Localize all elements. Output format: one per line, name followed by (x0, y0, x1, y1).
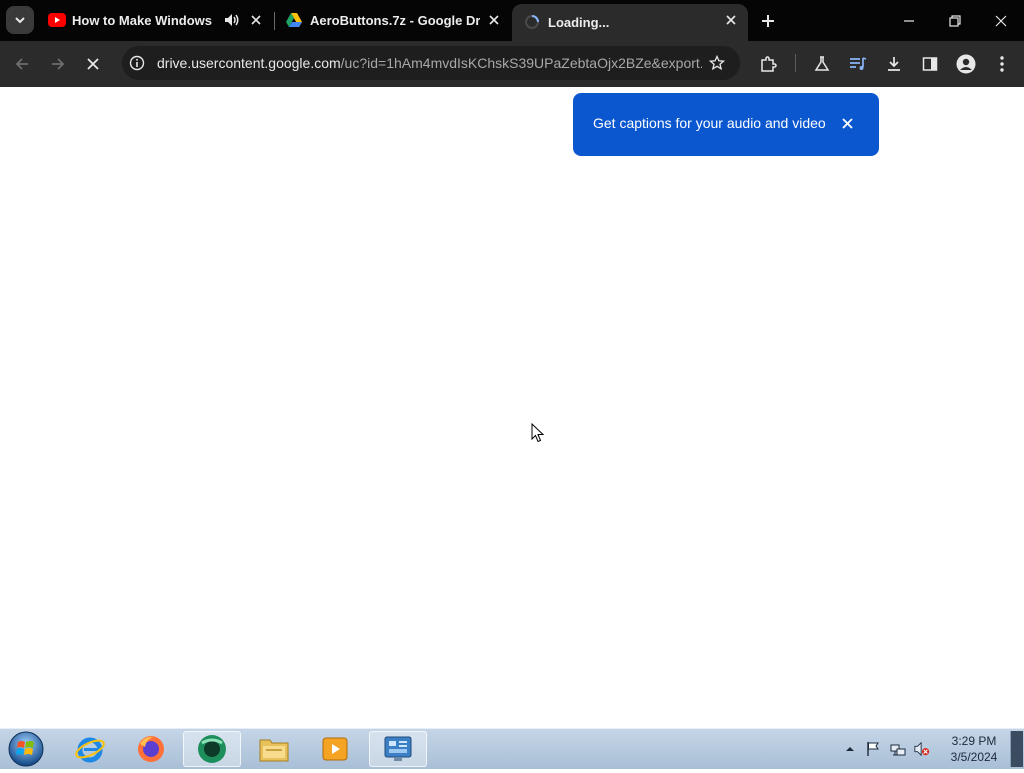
close-icon (841, 117, 853, 129)
close-icon (251, 15, 261, 25)
taskbar-clock[interactable]: 3:29 PM 3/5/2024 (944, 733, 1004, 765)
labs-button[interactable] (810, 52, 834, 76)
restore-button[interactable] (946, 12, 964, 30)
media-player-icon (322, 737, 348, 761)
side-panel-icon (922, 57, 938, 71)
flask-icon (814, 56, 830, 71)
loading-spinner-icon (525, 15, 539, 29)
firefox-icon (138, 736, 164, 762)
show-desktop-button[interactable] (1010, 731, 1023, 767)
taskbar-file-explorer[interactable] (245, 731, 303, 767)
chrome-app-icon (198, 735, 226, 763)
taskbar-chrome[interactable] (183, 731, 241, 767)
tab-loading[interactable]: Loading... (512, 4, 748, 41)
site-info-icon[interactable] (129, 55, 145, 71)
profile-button[interactable] (954, 52, 978, 76)
windows-taskbar: 3:29 PM 3/5/2024 (0, 728, 1024, 769)
tab-close-button[interactable] (248, 12, 264, 28)
live-caption-promo-bubble: Get captions for your audio and video (573, 93, 879, 156)
url-text: drive.usercontent.google.com/uc?id=1hAm4… (157, 46, 702, 80)
avatar-icon (956, 54, 976, 74)
tab-close-button[interactable] (723, 12, 739, 28)
control-panel-icon (384, 736, 412, 761)
network-icon (890, 744, 906, 756)
tab-separator (274, 12, 275, 30)
download-icon (888, 57, 900, 71)
media-controls-button[interactable] (846, 52, 870, 76)
mouse-cursor-icon (531, 423, 545, 443)
chevron-down-icon (15, 17, 25, 24)
url-host: drive.usercontent.google.com (157, 55, 341, 71)
more-vert-icon (1000, 56, 1004, 72)
stop-loading-button[interactable] (81, 52, 105, 76)
close-icon (995, 15, 1007, 27)
action-center-tray[interactable] (865, 741, 881, 757)
tab-title: Loading... (548, 15, 610, 30)
downloads-button[interactable] (882, 52, 906, 76)
puzzle-icon (761, 56, 777, 72)
menu-button[interactable] (990, 52, 1014, 76)
tab-title: AeroButtons.7z - Google Drive (310, 13, 480, 28)
network-tray[interactable] (890, 741, 906, 757)
google-drive-icon (286, 13, 302, 27)
taskbar-control-panel[interactable] (369, 731, 427, 767)
minimize-icon (904, 20, 914, 22)
close-window-button[interactable] (992, 12, 1010, 30)
star-icon[interactable] (709, 55, 725, 71)
side-panel-button[interactable] (918, 52, 942, 76)
taskbar-internet-explorer[interactable] (61, 731, 119, 767)
close-icon (489, 15, 499, 25)
flag-icon (867, 742, 879, 756)
browser-toolbar: drive.usercontent.google.com/uc?id=1hAm4… (0, 41, 1024, 87)
music-queue-icon (850, 57, 867, 70)
tab-title: How to Make Windows 10 (72, 13, 216, 28)
tab-close-button[interactable] (486, 12, 502, 28)
taskbar-firefox[interactable] (122, 731, 180, 767)
file-explorer-icon (259, 739, 289, 762)
arrow-right-icon (52, 58, 65, 70)
tab-google-drive[interactable]: AeroButtons.7z - Google Drive (280, 0, 508, 41)
url-path: /uc?id=1hAm4mvdIsKChskS39UPaZebtaOjx2BZe… (340, 55, 702, 71)
internet-explorer-icon (75, 737, 105, 763)
new-tab-button[interactable] (758, 11, 778, 31)
plus-icon (762, 15, 774, 27)
tab-search-button[interactable] (6, 6, 34, 34)
clock-time: 3:29 PM (951, 734, 997, 748)
start-button[interactable] (6, 730, 46, 768)
volume-tray[interactable] (914, 741, 930, 757)
close-icon (726, 15, 736, 25)
bubble-text: Get captions for your audio and video (593, 115, 826, 131)
show-hidden-icons-button[interactable] (842, 741, 858, 757)
volume-muted-icon (914, 741, 930, 757)
chevron-up-icon (846, 747, 854, 751)
tab-youtube[interactable]: How to Make Windows 10 (42, 0, 272, 41)
forward-button[interactable] (46, 52, 70, 76)
back-button[interactable] (10, 52, 34, 76)
toolbar-divider (795, 54, 796, 72)
taskbar-media-player[interactable] (306, 731, 364, 767)
bubble-close-button[interactable] (839, 115, 855, 131)
tab-strip: How to Make Windows 10 AeroButtons.7z - … (0, 0, 1024, 41)
address-bar[interactable]: drive.usercontent.google.com/uc?id=1hAm4… (122, 46, 740, 80)
speaker-icon[interactable] (224, 13, 240, 27)
extensions-button[interactable] (756, 52, 780, 76)
minimize-button[interactable] (900, 12, 918, 30)
windows-orb-icon (8, 731, 44, 767)
clock-date: 3/5/2024 (950, 750, 998, 764)
youtube-icon (48, 13, 66, 27)
close-icon (87, 58, 99, 70)
arrow-left-icon (15, 58, 28, 70)
restore-icon (949, 15, 961, 27)
